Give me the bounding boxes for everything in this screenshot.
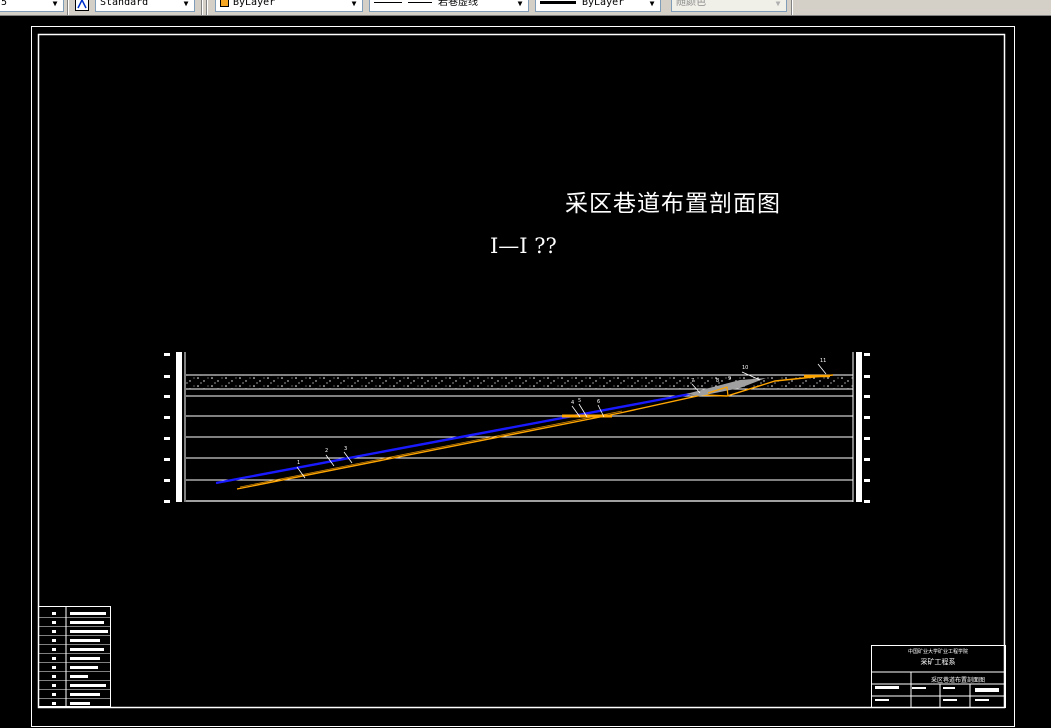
lineweight-select[interactable]: ByLayer ▼ — [535, 0, 661, 12]
lineweight-preview — [540, 0, 576, 4]
linetype-value: 岩巷虚线 — [438, 0, 478, 8]
linetype-preview — [408, 1, 432, 3]
right-scale-ticks — [864, 353, 870, 503]
leader-label: 6 — [597, 399, 600, 405]
leader-label: 11 — [820, 358, 826, 364]
lineweight-value: ByLayer — [582, 0, 625, 8]
left-scale-ticks — [164, 353, 170, 503]
linetype-select[interactable]: 岩巷虚线 ▼ — [369, 0, 529, 12]
chevron-down-icon[interactable]: ▼ — [47, 0, 63, 11]
toolbar-separator — [206, 0, 208, 15]
text-style-select[interactable]: Standard ▼ — [95, 0, 195, 12]
orange-roadway — [236, 374, 834, 490]
leader-label: 3 — [344, 446, 347, 452]
text-style-icon[interactable] — [75, 0, 89, 11]
previous-combo-value: 5 — [1, 0, 8, 8]
leader-label: 4 — [571, 400, 574, 406]
leader-label: 1 — [297, 460, 300, 466]
plot-style-select: 随颜色 ▼ — [671, 0, 787, 12]
leader-label: 10 — [742, 365, 748, 371]
color-value: ByLayer — [233, 0, 276, 8]
color-swatch — [220, 0, 229, 7]
title-block-drawing-name: 采区巷道布置剖面图 — [930, 677, 985, 684]
leader-label: 5 — [578, 398, 581, 404]
leader-label: 8 — [716, 378, 719, 384]
toolbar-separator — [201, 0, 203, 15]
drawing-title: 采区巷道布置剖面图 — [565, 191, 781, 217]
chevron-down-icon[interactable]: ▼ — [346, 0, 362, 11]
toolbar-separator — [791, 0, 793, 15]
chevron-down-icon[interactable]: ▼ — [644, 0, 660, 11]
drawing-svg: 1 2 3 4 5 6 7 8 9 10 11 — [31, 26, 1015, 727]
section-label: I—I ?? — [490, 234, 557, 258]
chevron-down-icon[interactable]: ▼ — [178, 0, 194, 11]
chevron-down-icon: ▼ — [770, 0, 786, 11]
plot-style-value: 随颜色 — [676, 0, 706, 8]
leader-label: 9 — [728, 376, 731, 382]
leader-label: 2 — [325, 448, 328, 454]
color-select[interactable]: ByLayer ▼ — [215, 0, 363, 12]
right-scale-bar — [856, 352, 862, 502]
leader-label: 7 — [691, 378, 694, 384]
left-scale-bar — [176, 352, 182, 502]
text-style-value: Standard — [100, 0, 149, 8]
properties-toolbar: 5 ▼ Standard ▼ ByLayer ▼ 岩巷虚线 ▼ ByLayer … — [0, 0, 1051, 16]
chevron-down-icon[interactable]: ▼ — [512, 0, 528, 11]
title-block-school: 中国矿业大学矿业工程学院 — [907, 649, 968, 655]
blue-roadway — [215, 392, 691, 485]
title-block-department: 采矿工程系 — [920, 658, 956, 666]
toolbar-separator — [67, 0, 69, 15]
linetype-preview — [374, 1, 402, 3]
title-block: 中国矿业大学矿业工程学院 采矿工程系 采区巷道布置剖面图 — [871, 645, 1005, 707]
legend-table — [38, 606, 111, 708]
roadways — [215, 374, 834, 490]
drawing-canvas[interactable]: 1 2 3 45 6 7 8 9 10 11 采区巷道布置剖面图 I—I ?? — [0, 16, 1051, 728]
previous-combo[interactable]: 5 ▼ — [0, 0, 64, 12]
